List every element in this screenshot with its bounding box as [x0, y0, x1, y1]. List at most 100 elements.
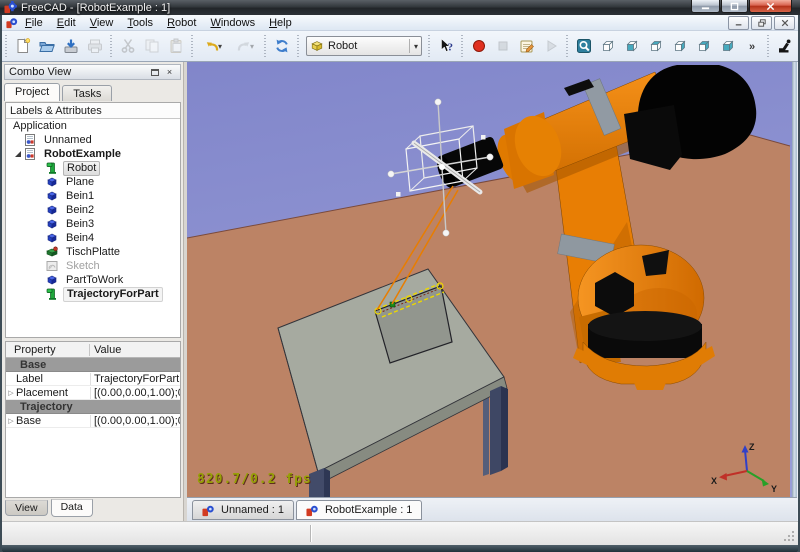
play-icon: [543, 38, 559, 54]
view-overflow-button[interactable]: »: [740, 34, 764, 58]
view-bottom-button[interactable]: [716, 34, 740, 58]
resize-grip[interactable]: [782, 529, 796, 543]
tree-item-bein2[interactable]: Bein2: [6, 203, 180, 217]
tree-item-bein1[interactable]: Bein1: [6, 189, 180, 203]
view-top-button[interactable]: [644, 34, 668, 58]
document-tab-unnamed-1[interactable]: Unnamed : 1: [192, 500, 294, 520]
toolbar-grip[interactable]: [766, 35, 771, 57]
macro-edit-button[interactable]: [515, 34, 539, 58]
robot-tool-button[interactable]: [773, 34, 797, 58]
toolbar-grip[interactable]: [296, 35, 301, 57]
toolbar-grip[interactable]: [4, 35, 9, 57]
expand-arrow-icon[interactable]: ▷: [6, 389, 16, 397]
dragger-handle[interactable]: [396, 192, 401, 197]
toolbar-grip[interactable]: [427, 35, 432, 57]
tree-item-tischplatte[interactable]: TischPlatte: [6, 245, 180, 259]
property-group-trajectory[interactable]: Trajectory: [6, 400, 180, 414]
tree-item-application[interactable]: Application: [6, 119, 180, 133]
toolbar-grip[interactable]: [460, 35, 465, 57]
menu-help[interactable]: Help: [262, 17, 299, 29]
menu-robot[interactable]: Robot: [160, 17, 203, 29]
chevrons-icon: »: [744, 38, 760, 54]
tree-item-sketch[interactable]: Sketch: [6, 259, 180, 273]
expand-caret-icon[interactable]: [14, 149, 24, 159]
tree-item-robot[interactable]: Robot: [6, 160, 180, 176]
menu-view[interactable]: View: [83, 17, 121, 29]
caret-spacer: [36, 233, 46, 243]
chevron-down-icon[interactable]: ▾: [408, 39, 418, 53]
dragger-handle[interactable]: [486, 153, 494, 161]
stop-icon: [495, 38, 511, 54]
refresh-icon: [274, 38, 290, 54]
tab-view[interactable]: View: [5, 500, 48, 516]
toolbar-grip[interactable]: [263, 35, 268, 57]
document-tab-robotexample-1[interactable]: RobotExample : 1: [295, 500, 423, 520]
menu-file[interactable]: File: [18, 17, 50, 29]
tree-item-bein4[interactable]: Bein4: [6, 231, 180, 245]
macro-record-button[interactable]: [467, 34, 491, 58]
whats-this-button[interactable]: ?: [434, 34, 458, 58]
view-front-button[interactable]: [620, 34, 644, 58]
new-document-button[interactable]: [11, 34, 35, 58]
toolbar-grip[interactable]: [190, 35, 195, 57]
axis-y-label: Y: [771, 484, 777, 494]
property-row-base[interactable]: ▷Base [(0.00,0.00,1.00);0....: [6, 414, 180, 428]
tree-item-robotexample[interactable]: RobotExample: [6, 147, 180, 161]
cube-blue-icon: [46, 176, 59, 188]
minimize-button[interactable]: [691, 0, 720, 13]
property-value[interactable]: TrajectoryForPart: [90, 372, 180, 385]
menu-edit[interactable]: Edit: [50, 17, 83, 29]
cube-blue-icon: [46, 232, 59, 244]
maximize-button[interactable]: [721, 0, 748, 13]
dragger-handle[interactable]: [481, 135, 486, 140]
dock-title-bar[interactable]: Combo View ×: [4, 64, 181, 80]
3d-viewport[interactable]: 820.7/0.2 fps 820.7/0.2 fps Z X Y: [187, 62, 792, 497]
property-row-label[interactable]: Label TrajectoryForPart: [6, 372, 180, 386]
save-document-button[interactable]: [59, 34, 83, 58]
cube-blue-icon: [46, 204, 59, 216]
view-fit-all-button[interactable]: [572, 34, 596, 58]
toolbar-grip[interactable]: [109, 35, 114, 57]
document-app-icon[interactable]: [6, 17, 18, 29]
view-rear-button[interactable]: [692, 34, 716, 58]
view-axonometric-button[interactable]: [596, 34, 620, 58]
workbench-selector[interactable]: Robot ▾: [306, 36, 422, 56]
freecad-doc-icon: [202, 504, 216, 517]
title-bar[interactable]: FreeCAD - [RobotExample : 1]: [0, 0, 800, 15]
tree-item-trajectoryforpart[interactable]: TrajectoryForPart: [6, 286, 180, 302]
copy-icon: [144, 38, 160, 54]
property-row-placement[interactable]: ▷Placement [(0.00,0.00,1.00);0....: [6, 386, 180, 400]
undo-button[interactable]: ▾: [197, 34, 229, 58]
property-group-base[interactable]: Base: [6, 358, 180, 372]
mdi-close-button[interactable]: [774, 16, 795, 30]
tab-project[interactable]: Project: [4, 83, 61, 101]
mdi-minimize-button[interactable]: [728, 16, 749, 30]
tree-item-plane[interactable]: Plane: [6, 175, 180, 189]
tree-item-parttowork[interactable]: PartToWork: [6, 273, 180, 287]
mdi-restore-button[interactable]: [751, 16, 772, 30]
chevron-down-icon[interactable]: ▾: [218, 42, 222, 51]
view-right-button[interactable]: [668, 34, 692, 58]
open-document-button[interactable]: [35, 34, 59, 58]
dock-close-button[interactable]: ×: [163, 66, 176, 78]
tab-data[interactable]: Data: [50, 499, 93, 517]
tree-item-label: Bein2: [66, 203, 95, 216]
chevron-down-icon[interactable]: ▾: [250, 42, 254, 51]
dock-float-button[interactable]: [148, 66, 161, 78]
cube-top-icon: [648, 38, 664, 54]
tree-item-bein3[interactable]: Bein3: [6, 217, 180, 231]
menu-tools[interactable]: Tools: [120, 17, 160, 29]
tab-tasks[interactable]: Tasks: [62, 85, 113, 101]
dragger-handle[interactable]: [442, 229, 450, 237]
tree-item-unnamed[interactable]: Unnamed: [6, 133, 180, 147]
property-value[interactable]: [(0.00,0.00,1.00);0....: [90, 414, 180, 427]
expand-arrow-icon[interactable]: ▷: [6, 417, 16, 425]
dragger-handle[interactable]: [434, 98, 442, 106]
dock-title: Combo View: [9, 66, 72, 78]
refresh-button[interactable]: [270, 34, 294, 58]
dragger-handle[interactable]: [387, 170, 395, 178]
property-value[interactable]: [(0.00,0.00,1.00);0....: [90, 386, 180, 399]
menu-windows[interactable]: Windows: [203, 17, 262, 29]
toolbar-grip[interactable]: [565, 35, 570, 57]
close-button[interactable]: [749, 0, 792, 13]
